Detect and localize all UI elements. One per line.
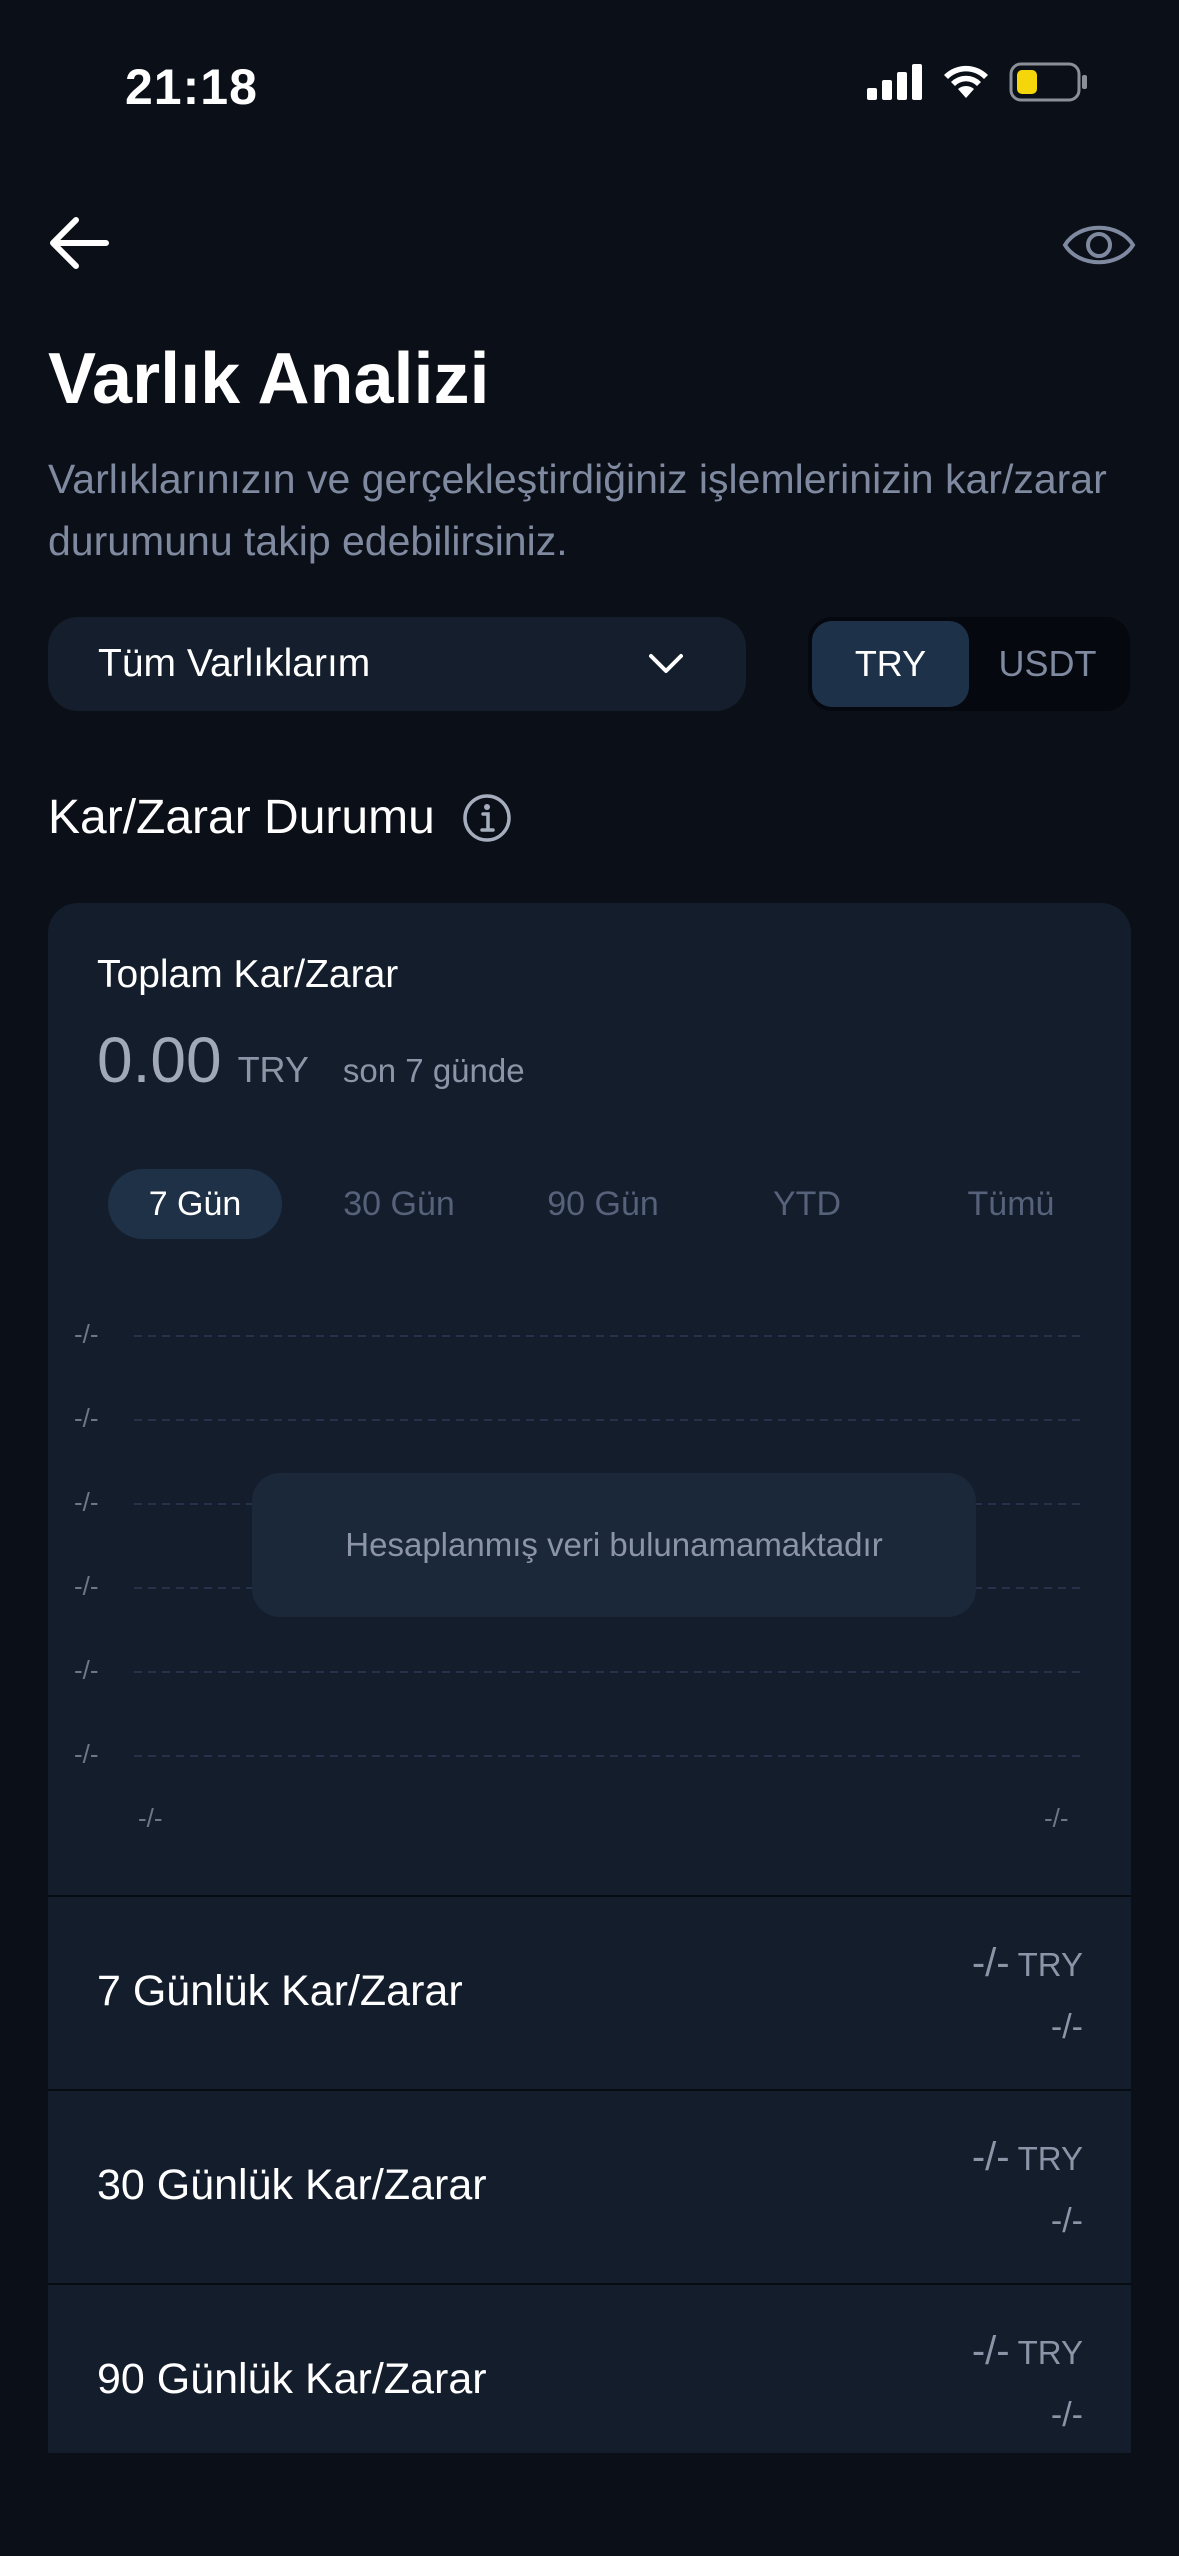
pl-row-90-days[interactable]: 90 Günlük Kar/Zarar -/- TRY -/- bbox=[48, 2283, 1131, 2453]
total-pl-currency: TRY bbox=[237, 1049, 309, 1090]
status-icons bbox=[867, 62, 1089, 102]
total-pl-period: son 7 günde bbox=[342, 1052, 525, 1089]
tab-30-gun[interactable]: 30 Gün bbox=[312, 1169, 486, 1239]
pl-row-value: -/- bbox=[971, 2135, 1010, 2179]
pl-row-currency: TRY bbox=[1017, 1946, 1083, 1983]
currency-toggle: TRY USDT bbox=[808, 617, 1130, 711]
profit-loss-card: Toplam Kar/Zarar 0.00 TRY son 7 günde 7 … bbox=[48, 903, 1131, 2453]
pl-row-sub: -/- bbox=[1050, 2396, 1083, 2434]
chart-y-label: -/- bbox=[74, 1403, 99, 1433]
pl-row-label: 30 Günlük Kar/Zarar bbox=[97, 2161, 487, 2209]
pl-row-values: -/- TRY -/- bbox=[972, 1941, 1083, 2047]
pl-row-label: 7 Günlük Kar/Zarar bbox=[97, 1967, 463, 2015]
tab-tumu[interactable]: Tümü bbox=[924, 1169, 1098, 1239]
chart-y-label: -/- bbox=[74, 1739, 99, 1769]
info-icon[interactable] bbox=[461, 792, 513, 844]
chart-y-label: -/- bbox=[74, 1487, 99, 1517]
chart-y-label: -/- bbox=[74, 1655, 99, 1685]
tab-7-gun[interactable]: 7 Gün bbox=[108, 1169, 282, 1239]
signal-icon bbox=[867, 64, 922, 100]
pl-row-value: -/- bbox=[971, 1941, 1010, 1985]
page-title: Varlık Analizi bbox=[48, 339, 490, 419]
pl-row-currency: TRY bbox=[1017, 2140, 1083, 2177]
tab-ytd[interactable]: YTD bbox=[720, 1169, 894, 1239]
pl-row-30-days[interactable]: 30 Günlük Kar/Zarar -/- TRY -/- bbox=[48, 2089, 1131, 2283]
tab-90-gun[interactable]: 90 Gün bbox=[516, 1169, 690, 1239]
range-tabs: 7 Gün 30 Gün 90 Gün YTD Tümü bbox=[108, 1169, 1108, 1239]
pl-row-sub: -/- bbox=[1050, 2008, 1083, 2046]
pl-row-label: 90 Günlük Kar/Zarar bbox=[97, 2355, 487, 2403]
currency-option-usdt[interactable]: USDT bbox=[969, 621, 1126, 707]
total-pl-value-group: 0.00 TRY son 7 günde bbox=[97, 1023, 525, 1097]
currency-option-try[interactable]: TRY bbox=[812, 621, 969, 707]
wifi-icon bbox=[944, 65, 988, 98]
pl-row-currency: TRY bbox=[1017, 2334, 1083, 2371]
section-title: Kar/Zarar Durumu bbox=[48, 791, 435, 844]
chart-y-label: -/- bbox=[74, 1571, 99, 1601]
pl-row-7-days[interactable]: 7 Günlük Kar/Zarar -/- TRY -/- bbox=[48, 1895, 1131, 2089]
pl-row-values: -/- TRY -/- bbox=[972, 2135, 1083, 2241]
empty-state-message: Hesaplanmış veri bulunamamaktadır bbox=[252, 1473, 976, 1617]
pl-row-sub: -/- bbox=[1050, 2202, 1083, 2240]
chevron-down-icon bbox=[649, 654, 683, 673]
chart-x-label: -/- bbox=[1044, 1803, 1069, 1833]
status-time: 21:18 bbox=[125, 59, 258, 115]
total-pl-label: Toplam Kar/Zarar bbox=[97, 953, 399, 996]
page-subtitle: Varlıklarınızın ve gerçekleştirdiğiniz i… bbox=[48, 456, 1107, 564]
pl-row-values: -/- TRY -/- bbox=[972, 2329, 1083, 2435]
section-header: Kar/Zarar Durumu bbox=[48, 790, 513, 845]
asset-select-value: Tüm Varlıklarım bbox=[98, 642, 371, 685]
pl-row-value: -/- bbox=[971, 2329, 1010, 2373]
eye-icon[interactable] bbox=[1059, 210, 1139, 280]
battery-icon bbox=[1009, 62, 1087, 102]
chart-x-label: -/- bbox=[138, 1803, 163, 1833]
total-pl-value: 0.00 bbox=[97, 1024, 222, 1096]
chart-y-label: -/- bbox=[74, 1319, 99, 1349]
back-arrow-icon[interactable] bbox=[44, 208, 114, 278]
asset-select-dropdown[interactable]: Tüm Varlıklarım bbox=[48, 617, 746, 711]
